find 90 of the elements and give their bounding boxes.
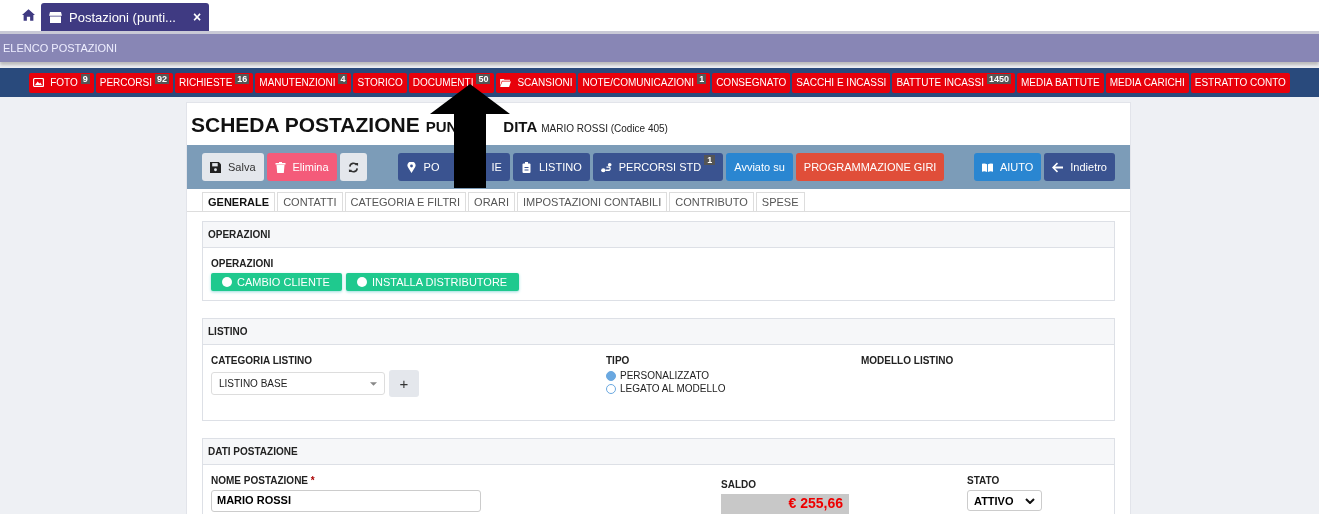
store-icon (49, 11, 62, 23)
nav-button[interactable]: MEDIA BATTUTE (1017, 72, 1104, 93)
nav-button[interactable]: DOCUMENTI 50 (408, 72, 495, 93)
toolbar-button[interactable]: LISTINO (512, 153, 590, 181)
toolbar-button[interactable]: PERCORSI STD 1 (592, 153, 724, 181)
close-button[interactable]: × (192, 9, 202, 25)
section-header: OPERAZIONI (203, 222, 1114, 248)
nav-label: ESTRATTO CONTO (1194, 77, 1286, 88)
count-badge: 1450 (987, 73, 1011, 84)
nav-label: DOCUMENTI (412, 77, 474, 88)
clipboard-icon (520, 161, 532, 173)
toolbar-button[interactable]: Indietro (1044, 153, 1115, 181)
nav-button[interactable]: STORICO (353, 72, 407, 93)
field-label: NOME POSTAZIONE (211, 475, 309, 486)
toolbar-button[interactable]: AIUTO (973, 153, 1042, 181)
nav-label: NOTE/COMUNICAZIONI (582, 77, 695, 88)
field-label: STATO (967, 475, 1001, 486)
image-icon (33, 78, 45, 87)
form-tab[interactable]: CATEGORIA E FILTRI (344, 192, 467, 211)
nav-label: MANUTENZIONI (259, 77, 336, 88)
nav-label: SACCHI E INCASSI (796, 77, 887, 88)
balance-box: € 255,66 (721, 494, 849, 514)
refresh-icon (347, 161, 359, 173)
breadcrumb-text: ELENCO POSTAZIONI (3, 42, 118, 54)
radio-option[interactable]: LEGATO AL MODELLO (606, 383, 861, 394)
nav-button[interactable]: SCANSIONI (496, 72, 577, 93)
nav-button[interactable]: SACCHI E INCASSI (792, 72, 891, 93)
nav-label: MEDIA CARICHI (1109, 77, 1185, 88)
section-header: LISTINO (203, 319, 1114, 345)
arrow-left-icon (1052, 161, 1064, 173)
nav-button[interactable]: BATTUTE INCASSI 1450 (892, 72, 1015, 93)
nav-label: MEDIA BATTUTE (1021, 77, 1100, 88)
subtitle-fragment: DITA (503, 118, 538, 135)
folder-icon (500, 78, 512, 87)
page-title: SCHEDA POSTAZIONE (191, 113, 420, 137)
field-label: MODELLO LISTINO (861, 355, 955, 366)
name-field[interactable]: MARIO ROSSI (211, 490, 481, 512)
nav-button[interactable]: MANUTENZIONI 4 (255, 72, 352, 93)
form-tab[interactable]: GENERALE (202, 192, 276, 211)
tab-label: Postazioni (punti... (69, 9, 176, 25)
nav-label: STORICO (357, 77, 403, 88)
radio-option[interactable]: PERSONALIZZATO (606, 370, 861, 381)
form-tab[interactable]: CONTRIBUTO (669, 192, 754, 211)
count-badge: 4 (338, 73, 348, 84)
toolbar-button[interactable]: Avviato su (726, 153, 793, 181)
nav-button[interactable]: RICHIESTE 16 (175, 72, 254, 93)
nav-label: CONSEGNATO (716, 77, 787, 88)
map-pin-icon (405, 161, 417, 173)
book-icon (981, 161, 993, 173)
count-badge: 16 (235, 73, 250, 84)
nav-label: SCANSIONI (517, 77, 573, 88)
required-mark: * (310, 475, 315, 486)
chevron-icon (1025, 497, 1035, 504)
category-select[interactable]: LISTINO BASE (211, 372, 385, 395)
toolbar-button[interactable]: Salva (202, 153, 264, 181)
nav-button[interactable]: MEDIA CARICHI (1105, 72, 1189, 93)
nav-button[interactable]: FOTO 9 (29, 72, 94, 93)
toolbar-button[interactable]: PROGRAMMAZIONE GIRI (795, 153, 945, 181)
count-badge: 92 (154, 73, 169, 84)
trash-icon (274, 161, 286, 173)
owner-text: MARIO ROSSI (Codice 405) (541, 123, 668, 134)
section-header: DATI POSTAZIONE (203, 439, 1114, 465)
caret-icon (370, 381, 377, 386)
nav-button[interactable]: NOTE/COMUNICAZIONI 1 (578, 72, 711, 93)
form-tab[interactable]: SPESE (755, 192, 805, 211)
status-select[interactable]: ATTIVO (967, 490, 1042, 511)
count-badge: 1 (704, 155, 716, 165)
count-badge: 1 (697, 73, 707, 84)
floppy-icon (210, 161, 221, 173)
field-label: CATEGORIA LISTINO (211, 355, 314, 366)
refresh-button[interactable] (339, 153, 367, 181)
page-tab[interactable]: Postazioni (punti... × (41, 3, 210, 31)
form-tab[interactable]: IMPOSTAZIONI CONTABILI (516, 192, 668, 211)
route-icon (600, 161, 612, 173)
count-badge: 9 (80, 73, 90, 84)
count-badge: 50 (476, 73, 491, 84)
nav-button[interactable]: PERCORSI 92 (95, 72, 173, 93)
nav-label: RICHIESTE (179, 77, 233, 88)
form-tab[interactable]: ORARI (468, 192, 515, 211)
field-label: OPERAZIONI (211, 258, 275, 269)
add-button[interactable]: + (389, 370, 419, 397)
nav-label: PERCORSI (99, 77, 152, 88)
nav-label: BATTUTE INCASSI (896, 77, 984, 88)
form-tab[interactable]: CONTATTI (277, 192, 343, 211)
nav-button[interactable]: CONSEGNATO (712, 72, 791, 93)
home-icon[interactable] (22, 9, 35, 21)
nav-button[interactable]: ESTRATTO CONTO (1190, 72, 1290, 93)
field-label: TIPO (606, 355, 631, 366)
field-label: SALDO (721, 479, 757, 490)
nav-label: FOTO (50, 77, 78, 88)
